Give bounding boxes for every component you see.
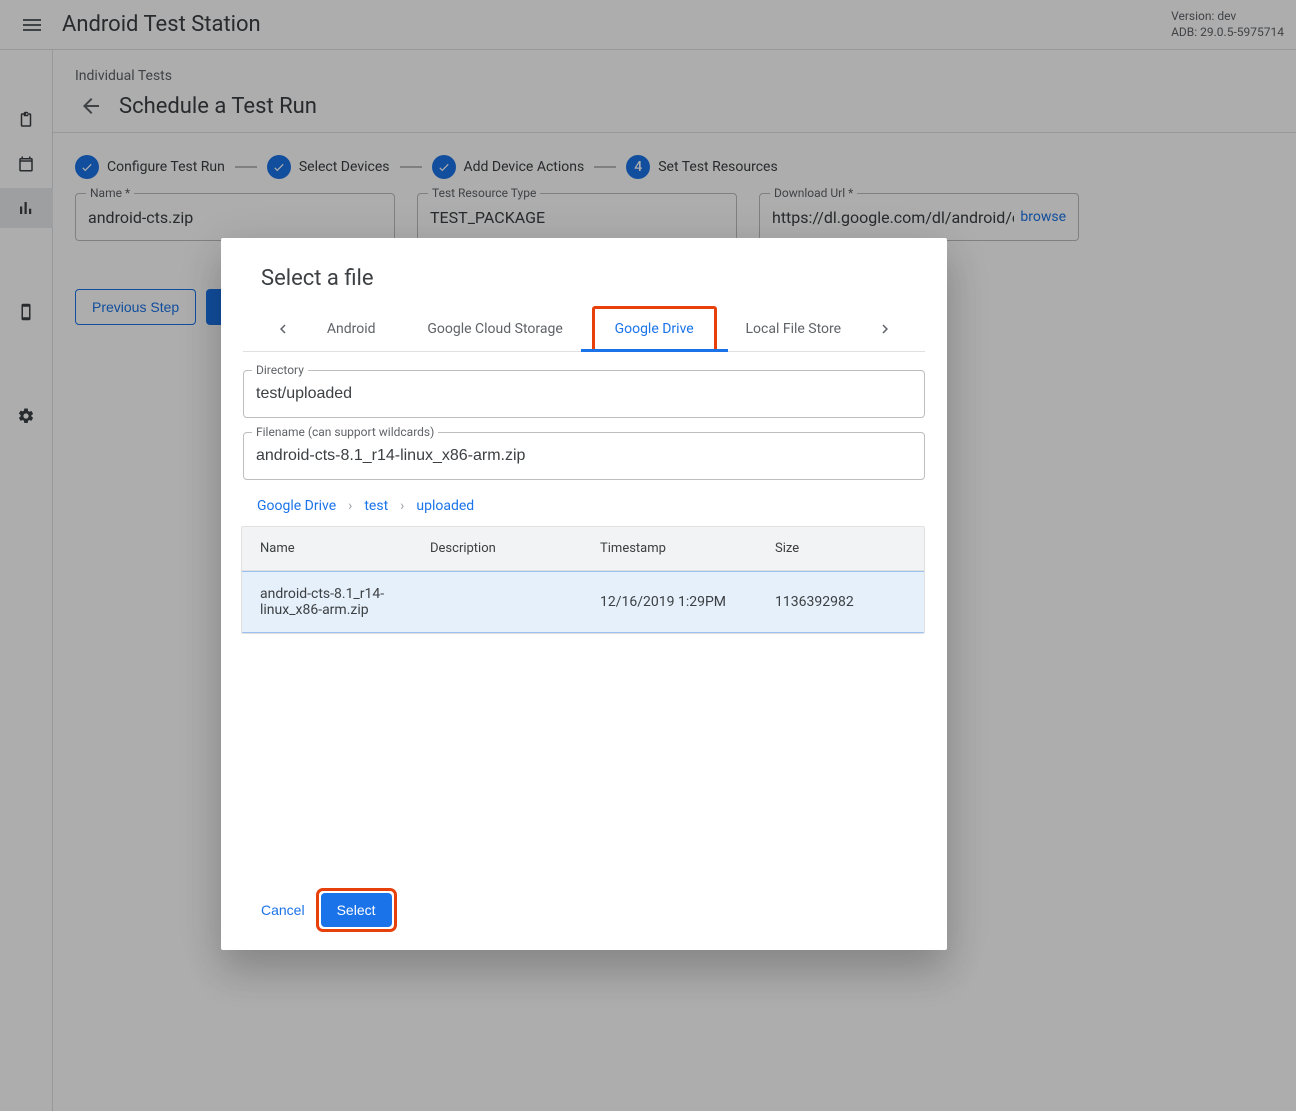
file-breadcrumbs: Google Drive › test › uploaded bbox=[243, 494, 925, 526]
filename-field[interactable]: Filename (can support wildcards) bbox=[243, 432, 925, 480]
version-info: Version: dev ADB: 29.0.5-5975714 bbox=[1171, 9, 1284, 40]
directory-field[interactable]: Directory bbox=[243, 370, 925, 418]
tab-android[interactable]: Android bbox=[305, 307, 398, 351]
tab-scroll-left[interactable] bbox=[265, 311, 301, 347]
nav-tests[interactable] bbox=[0, 100, 53, 140]
tab-google-drive[interactable]: Google Drive bbox=[593, 307, 716, 351]
select-button[interactable]: Select bbox=[321, 893, 392, 927]
tab-local-file-store[interactable]: Local File Store bbox=[724, 307, 864, 351]
breadcrumb-link[interactable]: uploaded bbox=[416, 498, 474, 514]
select-file-dialog: Select a file Android Google Cloud Stora… bbox=[221, 238, 947, 950]
page-title: Schedule a Test Run bbox=[119, 94, 317, 119]
breadcrumb-link[interactable]: Google Drive bbox=[257, 498, 336, 514]
clipboard-icon bbox=[17, 111, 35, 129]
breadcrumb-link[interactable]: test bbox=[364, 498, 388, 514]
tab-google-cloud-storage[interactable]: Google Cloud Storage bbox=[405, 307, 584, 351]
bar-chart-icon bbox=[17, 199, 35, 217]
gear-icon bbox=[17, 407, 35, 425]
table-row[interactable]: android-cts-8.1_r14-linux_x86-arm.zip 12… bbox=[242, 571, 924, 633]
breadcrumb: Individual Tests bbox=[75, 68, 1274, 84]
table-header: Name Description Timestamp Size bbox=[242, 527, 924, 571]
step-actions[interactable]: Add Device Actions bbox=[432, 155, 585, 179]
check-icon bbox=[432, 155, 456, 179]
step-devices[interactable]: Select Devices bbox=[267, 155, 390, 179]
step-resources[interactable]: 4 Set Test Resources bbox=[626, 155, 777, 179]
chevron-left-icon bbox=[274, 320, 292, 338]
resource-type-field[interactable]: Test Resource Type TEST_PACKAGE bbox=[417, 193, 737, 241]
step-number: 4 bbox=[626, 155, 650, 179]
name-field[interactable]: Name * android-cts.zip bbox=[75, 193, 395, 241]
step-configure[interactable]: Configure Test Run bbox=[75, 155, 225, 179]
stepper: Configure Test Run Select Devices Add De… bbox=[53, 133, 1296, 193]
download-url-field[interactable]: Download Url * https://dl.google.com/dl/… bbox=[759, 193, 1079, 241]
phone-icon bbox=[17, 303, 35, 321]
menu-button[interactable] bbox=[12, 5, 52, 45]
nav-schedules[interactable] bbox=[0, 144, 53, 184]
chevron-right-icon: › bbox=[400, 498, 404, 514]
cancel-button[interactable]: Cancel bbox=[257, 892, 309, 928]
calendar-icon bbox=[17, 155, 35, 173]
dialog-title: Select a file bbox=[221, 266, 947, 307]
previous-step-button[interactable]: Previous Step bbox=[75, 289, 196, 325]
browse-link[interactable]: browse bbox=[1020, 209, 1066, 225]
tab-scroll-right[interactable] bbox=[867, 311, 903, 347]
filename-input[interactable] bbox=[256, 447, 912, 465]
directory-input[interactable] bbox=[256, 385, 912, 403]
nav-settings[interactable] bbox=[0, 396, 53, 436]
chevron-right-icon bbox=[876, 320, 894, 338]
chevron-right-icon: › bbox=[348, 498, 352, 514]
nav-results[interactable] bbox=[0, 188, 53, 228]
file-table: Name Description Timestamp Size android-… bbox=[241, 526, 925, 634]
check-icon bbox=[75, 155, 99, 179]
nav-devices[interactable] bbox=[0, 292, 53, 332]
back-button[interactable] bbox=[75, 90, 107, 122]
arrow-left-icon bbox=[79, 94, 103, 118]
check-icon bbox=[267, 155, 291, 179]
hamburger-icon bbox=[20, 13, 44, 37]
app-title: Android Test Station bbox=[62, 12, 261, 37]
